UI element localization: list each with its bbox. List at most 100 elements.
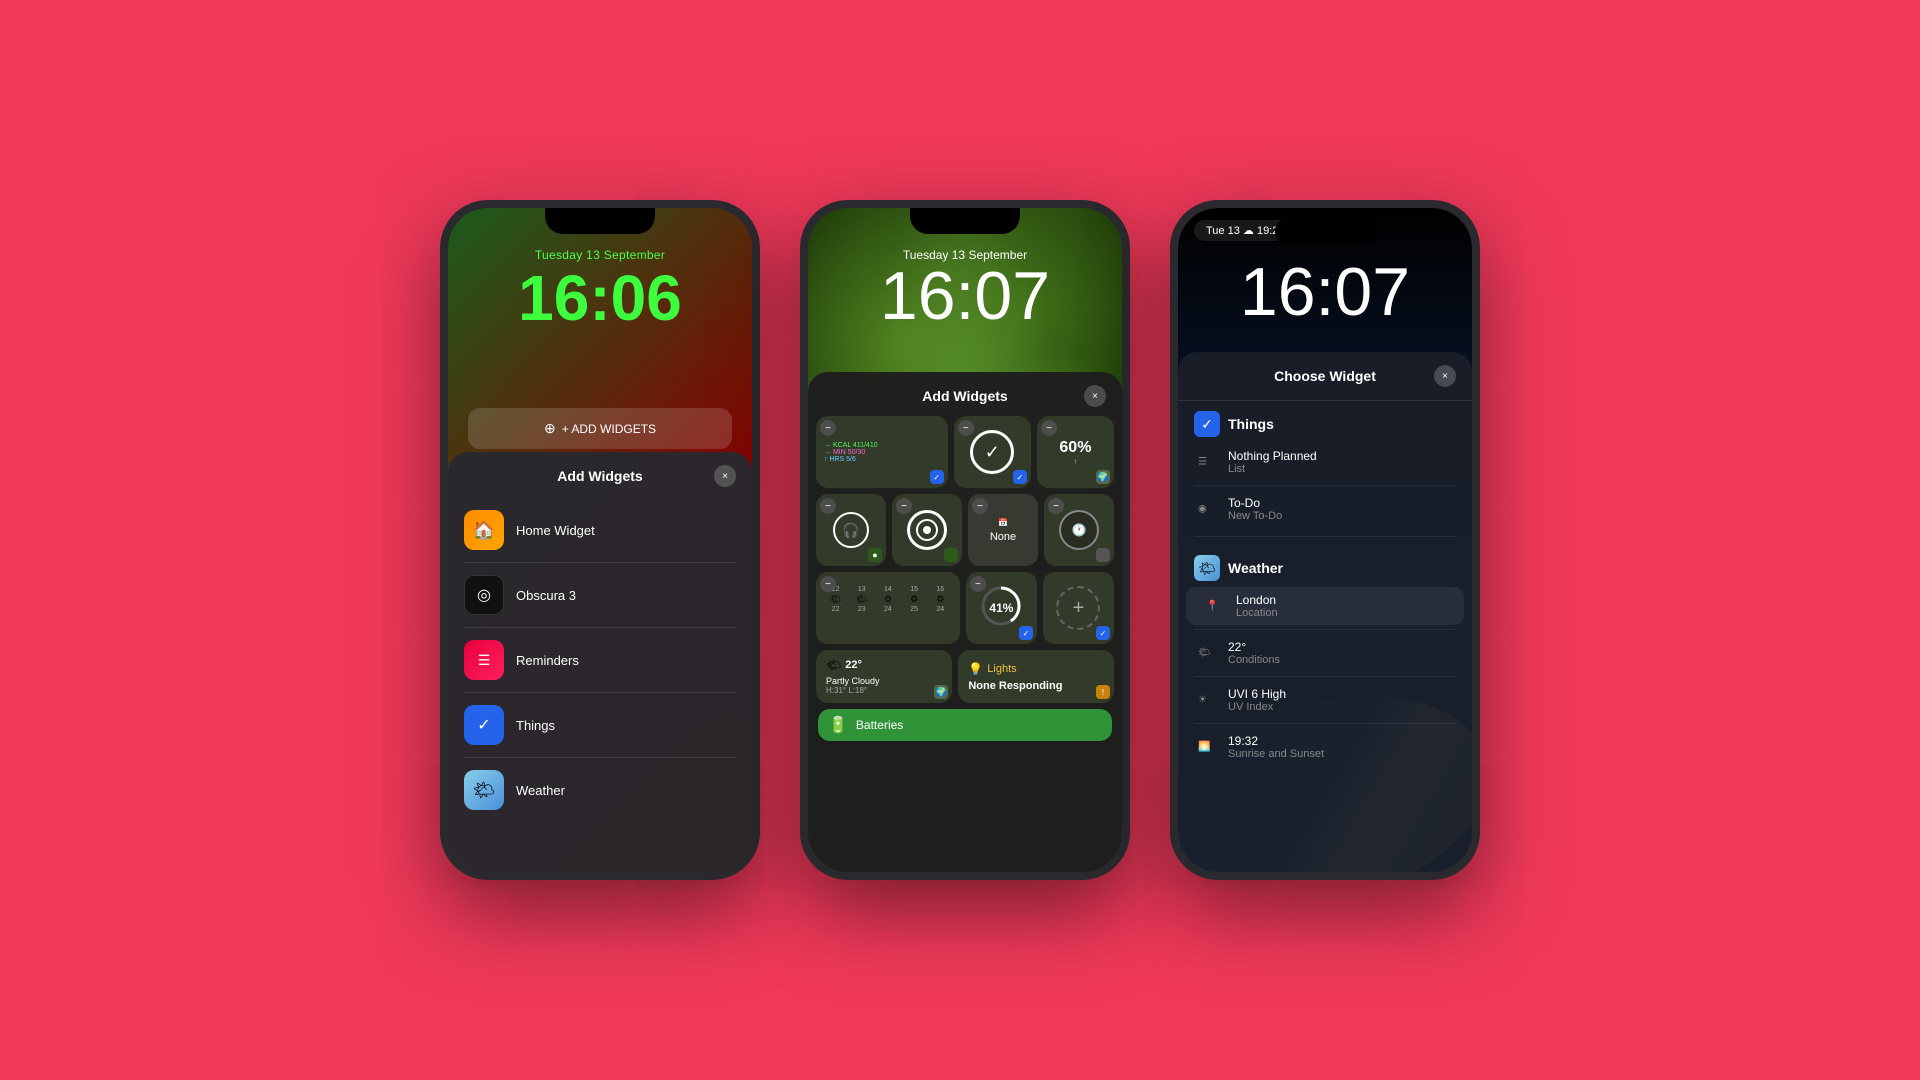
choose-widget-panel: Choose Widget × ✓ Things ☰ Nothing Plann… bbox=[1178, 352, 1472, 872]
time-label: 16:07 bbox=[808, 262, 1122, 330]
add-widget-btn[interactable]: + ✓ bbox=[1043, 572, 1114, 644]
list-item[interactable]: 🌤 Weather bbox=[448, 760, 752, 820]
batteries-row[interactable]: 🔋 Batteries bbox=[818, 709, 1112, 741]
pct60-value: 60% ↑ bbox=[1059, 439, 1091, 466]
choose-widget-header: Choose Widget × bbox=[1178, 352, 1472, 401]
lights-header: 💡 Lights bbox=[968, 662, 1104, 676]
divider bbox=[1194, 676, 1456, 677]
minus-badge: − bbox=[820, 420, 836, 436]
nothing-planned-label: Nothing Planned bbox=[1228, 449, 1456, 463]
calendar-icon-small: 📅 bbox=[998, 518, 1008, 527]
checkmark-badge: ✓ bbox=[1013, 470, 1027, 484]
kcal-widget-cell[interactable]: − → KCAL 411/410 → MIN 50/30 ↑ HRS 5/6 ✓ bbox=[816, 416, 948, 488]
minus-badge: − bbox=[1041, 420, 1057, 436]
notch bbox=[910, 208, 1020, 234]
checkmark-badge: ✓ bbox=[1019, 626, 1033, 640]
widget-row-3: − 12 🌤 22 13 🌤 23 14 bbox=[808, 572, 1122, 650]
things-item-label: Things bbox=[516, 718, 555, 733]
circle-dot-icon: ◉ bbox=[1198, 504, 1207, 515]
close-icon: × bbox=[1442, 371, 1448, 382]
divider bbox=[464, 692, 736, 693]
close-icon: × bbox=[1092, 391, 1098, 402]
things-icon: ✓ bbox=[464, 705, 504, 745]
time-label: 16:07 bbox=[1178, 258, 1472, 326]
weather-header: 🌤 22° bbox=[826, 658, 942, 672]
uvi-item[interactable]: ☀ UVI 6 High UV Index bbox=[1178, 681, 1472, 719]
batteries-label: Batteries bbox=[856, 718, 903, 732]
close-button[interactable]: × bbox=[714, 465, 736, 487]
uvi-label: UVI 6 High bbox=[1228, 687, 1456, 701]
target-dot bbox=[923, 526, 931, 534]
checkmark-badge: ✓ bbox=[930, 470, 944, 484]
lockscreen-top: 16:07 bbox=[1178, 258, 1472, 326]
divider bbox=[464, 562, 736, 563]
calendar-none-widget[interactable]: − 📅 None bbox=[968, 494, 1038, 566]
weather-desc: Partly Cloudy bbox=[826, 676, 942, 686]
conditions-label: 22° bbox=[1228, 640, 1456, 654]
uvi-sub: UV Index bbox=[1228, 701, 1456, 713]
calendar-dates: 12 🌤 22 13 🌤 23 14 ⚙ 24 bbox=[824, 586, 952, 613]
london-item[interactable]: 📍 London Location bbox=[1186, 587, 1464, 625]
check-widget-cell[interactable]: − ✓ ✓ bbox=[954, 416, 1031, 488]
calendar-row-widget[interactable]: − 12 🌤 22 13 🌤 23 14 bbox=[816, 572, 960, 644]
pct60-widget-cell[interactable]: − 60% ↑ 🌍 bbox=[1037, 416, 1114, 488]
minus-badge: − bbox=[958, 420, 974, 436]
clock-widget[interactable]: − 🕐 bbox=[1044, 494, 1114, 566]
nothing-planned-sub: List bbox=[1228, 463, 1456, 475]
obscura-icon: ◎ bbox=[464, 575, 504, 615]
cal-day-15: 15 ⚙ 25 bbox=[903, 586, 926, 613]
reminders-icon: ☰ bbox=[464, 640, 504, 680]
list-item[interactable]: 🏠 Home Widget bbox=[448, 500, 752, 560]
list-item[interactable]: ✓ Things bbox=[448, 695, 752, 755]
list-item[interactable]: ☰ Reminders bbox=[448, 630, 752, 690]
things-section-header: ✓ Things bbox=[1178, 401, 1472, 443]
41-pct-value: 41% bbox=[989, 601, 1013, 615]
minus-badge: − bbox=[820, 498, 836, 514]
weather-section-header: 🌤 Weather bbox=[1178, 545, 1472, 587]
temp-display: 22° bbox=[845, 659, 862, 671]
minus-badge: − bbox=[972, 498, 988, 514]
close-icon: × bbox=[722, 471, 728, 482]
conditions-item[interactable]: 🌤 22° Conditions bbox=[1178, 634, 1472, 672]
dropdown-title: Add Widgets bbox=[922, 388, 1007, 404]
lockscreen-top: Tuesday 13 September 16:06 bbox=[448, 248, 752, 330]
selected-weather-row[interactable]: 📍 London Location bbox=[1186, 587, 1464, 625]
sunrise-item[interactable]: 🌅 19:32 Sunrise and Sunset bbox=[1178, 728, 1472, 766]
airpods-circle: 🎧 bbox=[833, 512, 869, 548]
close-button[interactable]: × bbox=[1434, 365, 1456, 387]
plus-add-circle: + bbox=[1056, 586, 1100, 630]
warning-badge: ! bbox=[1096, 685, 1110, 699]
list-item[interactable]: ◎ Obscura 3 bbox=[448, 565, 752, 625]
notch bbox=[545, 208, 655, 234]
lights-widget-cell[interactable]: 💡 Lights None Responding ! bbox=[958, 650, 1114, 703]
weather-section-title: Weather bbox=[1228, 560, 1283, 576]
weather-icon: 🌤 bbox=[464, 770, 504, 810]
cloud-small-icon: 🌤 bbox=[1198, 648, 1211, 659]
none-responding-label: None Responding bbox=[968, 680, 1104, 692]
home-widget-icon: 🏠 bbox=[464, 510, 504, 550]
add-widgets-button[interactable]: ⊕ + ADD WIDGETS bbox=[468, 408, 732, 449]
close-button[interactable]: × bbox=[1084, 385, 1106, 407]
weather-range: H:31° L:18° bbox=[826, 686, 942, 695]
bulb-icon: 💡 bbox=[968, 662, 983, 676]
list-icon: ☰ bbox=[1198, 457, 1207, 468]
target-widget[interactable]: − bbox=[892, 494, 962, 566]
cal-day-14: 14 ⚙ 24 bbox=[876, 586, 899, 613]
cal-day-16: 16 ⚙ 24 bbox=[929, 586, 952, 613]
list-item[interactable]: ◉ To-Do New To-Do bbox=[1178, 490, 1472, 528]
target-outer bbox=[907, 510, 947, 550]
lights-label: Lights bbox=[987, 663, 1016, 675]
list-item[interactable]: ☰ Nothing Planned List bbox=[1178, 443, 1472, 481]
things-section-title: Things bbox=[1228, 416, 1274, 432]
add-widgets-label: + ADD WIDGETS bbox=[562, 422, 656, 436]
london-sub: Location bbox=[1236, 607, 1448, 619]
phone-1: Tuesday 13 September 16:06 ⊕ + ADD WIDGE… bbox=[440, 200, 760, 880]
todo-sub: New To-Do bbox=[1228, 510, 1456, 522]
weather-widget-cell[interactable]: 🌤 22° Partly Cloudy H:31° L:18° 🌍 bbox=[816, 650, 952, 703]
weather-section-icon: 🌤 bbox=[1194, 555, 1220, 581]
airpods-widget[interactable]: − 🎧 ● bbox=[816, 494, 886, 566]
progress41-widget[interactable]: − 41% ✓ bbox=[966, 572, 1037, 644]
sun-icon: ☀ bbox=[1198, 695, 1207, 706]
plus-icon: ⊕ bbox=[544, 420, 556, 437]
dropdown-header: Add Widgets × bbox=[448, 468, 752, 484]
